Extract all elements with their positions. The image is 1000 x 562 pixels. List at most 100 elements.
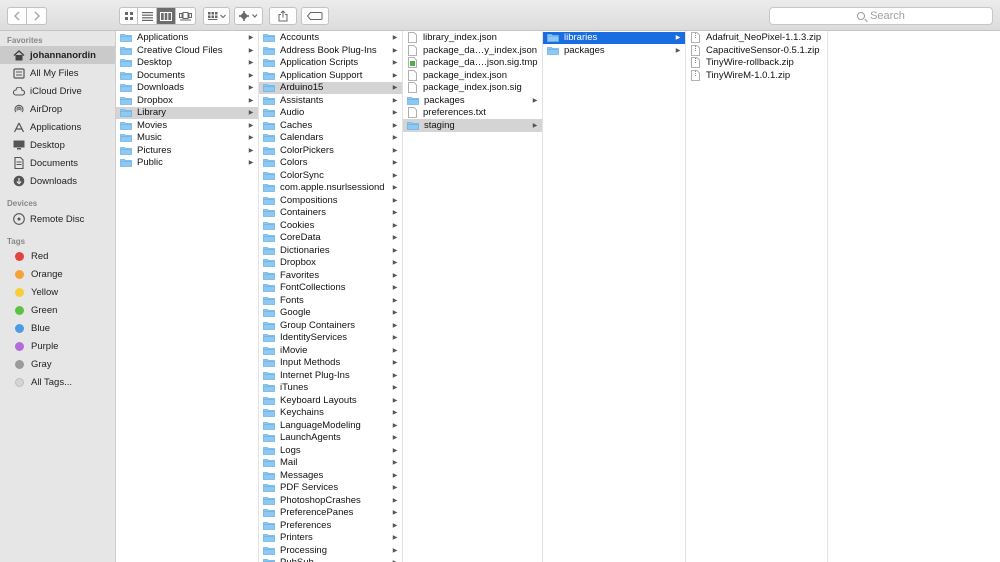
sidebar-item-documents[interactable]: Documents (0, 154, 115, 172)
sidebar-item-applications[interactable]: Applications (0, 118, 115, 136)
folder-row[interactable]: packages ▶ (403, 94, 542, 107)
file-row[interactable]: TinyWireM-1.0.1.zip (686, 69, 827, 82)
sidebar-tag-all-tags[interactable]: All Tags... (0, 373, 115, 391)
folder-row[interactable]: CoreData ▶ (259, 232, 402, 245)
folder-row[interactable]: Group Containers ▶ (259, 319, 402, 332)
folder-row[interactable]: com.apple.nsurlsessiond ▶ (259, 182, 402, 195)
folder-row[interactable]: Desktop ▶ (116, 57, 258, 70)
folder-row[interactable]: PubSub▶ (259, 557, 402, 562)
folder-row[interactable]: Google ▶ (259, 307, 402, 320)
folder-row[interactable]: LanguageModeling ▶ (259, 419, 402, 432)
folder-row[interactable]: Accounts ▶ (259, 32, 402, 45)
folder-row[interactable]: Cookies ▶ (259, 219, 402, 232)
back-button[interactable] (7, 7, 27, 25)
sidebar-tag-green[interactable]: Green (0, 301, 115, 319)
forward-button[interactable] (27, 7, 47, 25)
sidebar-item-remote-disc[interactable]: Remote Disc (0, 210, 115, 228)
sidebar-tag-blue[interactable]: Blue (0, 319, 115, 337)
folder-row[interactable]: Printers ▶ (259, 532, 402, 545)
list-view-button[interactable] (138, 7, 157, 25)
file-row[interactable]: preferences.txt (403, 107, 542, 120)
folder-row[interactable]: Downloads ▶ (116, 82, 258, 95)
list-view-icon (141, 11, 153, 21)
folder-row[interactable]: Input Methods ▶ (259, 357, 402, 370)
folder-row[interactable]: libraries ▶ (543, 31, 685, 44)
folder-row[interactable]: Calendars ▶ (259, 132, 402, 145)
folder-row[interactable]: Application Support ▶ (259, 69, 402, 82)
folder-row[interactable]: Creative Cloud Files ▶ (116, 44, 258, 57)
arrange-button[interactable] (203, 7, 230, 25)
row-label: Dictionaries (280, 244, 330, 256)
file-row[interactable]: package_da….json.sig.tmp (403, 57, 542, 70)
column-view-button[interactable] (157, 7, 176, 25)
folder-row[interactable]: Colors ▶ (259, 157, 402, 170)
sidebar-item-icloud-drive[interactable]: iCloud Drive (0, 82, 115, 100)
tag-icon (307, 12, 323, 20)
folder-row[interactable]: Dictionaries ▶ (259, 244, 402, 257)
sidebar-tag-gray[interactable]: Gray (0, 355, 115, 373)
folder-row[interactable]: Dropbox ▶ (259, 257, 402, 270)
folder-row[interactable]: PhotoshopCrashes ▶ (259, 494, 402, 507)
folder-row[interactable]: Arduino15 ▶ (259, 81, 402, 94)
folder-row[interactable]: packages ▶ (543, 44, 685, 57)
sidebar-item-home[interactable]: johannanordin (0, 46, 115, 64)
folder-row[interactable]: Movies ▶ (116, 119, 258, 132)
folder-row[interactable]: Compositions ▶ (259, 194, 402, 207)
folder-row[interactable]: Documents ▶ (116, 69, 258, 82)
folder-row[interactable]: Keychains ▶ (259, 407, 402, 420)
folder-row[interactable]: Keyboard Layouts ▶ (259, 394, 402, 407)
file-row[interactable]: package_index.json (403, 69, 542, 82)
folder-row[interactable]: iMovie ▶ (259, 344, 402, 357)
folder-row[interactable]: Mail ▶ (259, 457, 402, 470)
folder-row[interactable]: IdentityServices ▶ (259, 332, 402, 345)
folder-row[interactable]: LaunchAgents ▶ (259, 432, 402, 445)
sidebar-tag-purple[interactable]: Purple (0, 337, 115, 355)
action-button[interactable] (234, 7, 263, 25)
folder-row[interactable]: PreferencePanes ▶ (259, 507, 402, 520)
sidebar-tag-orange[interactable]: Orange (0, 265, 115, 283)
folder-row[interactable]: Dropbox ▶ (116, 94, 258, 107)
folder-row[interactable]: Music ▶ (116, 132, 258, 145)
icon-view-button[interactable] (119, 7, 138, 25)
folder-row[interactable]: ColorSync ▶ (259, 169, 402, 182)
folder-row[interactable]: Application Scripts ▶ (259, 57, 402, 70)
folder-row[interactable]: Caches ▶ (259, 119, 402, 132)
folder-row[interactable]: Audio ▶ (259, 107, 402, 120)
folder-icon (263, 221, 275, 230)
file-row[interactable]: package_index.json.sig (403, 82, 542, 95)
folder-row[interactable]: Containers ▶ (259, 207, 402, 220)
cover-flow-view-button[interactable] (176, 7, 196, 25)
file-row[interactable]: CapacitiveSensor-0.5.1.zip (686, 44, 827, 57)
sidebar-tag-yellow[interactable]: Yellow (0, 283, 115, 301)
folder-row[interactable]: ColorPickers ▶ (259, 144, 402, 157)
sidebar-item-airdrop[interactable]: AirDrop (0, 100, 115, 118)
folder-row[interactable]: Processing ▶ (259, 544, 402, 557)
folder-row[interactable]: Address Book Plug-Ins ▶ (259, 44, 402, 57)
folder-row[interactable]: Public ▶ (116, 157, 258, 170)
sidebar-item-desktop[interactable]: Desktop (0, 136, 115, 154)
folder-row[interactable]: Pictures ▶ (116, 144, 258, 157)
search-field[interactable]: Search (769, 7, 993, 25)
folder-row[interactable]: Logs ▶ (259, 444, 402, 457)
folder-row[interactable]: Library ▶ (116, 106, 258, 119)
sidebar-item-downloads[interactable]: Downloads (0, 172, 115, 190)
file-row[interactable]: package_da…y_index.json (403, 44, 542, 57)
folder-row[interactable]: Messages ▶ (259, 469, 402, 482)
file-row[interactable]: library_index.json (403, 32, 542, 45)
folder-row[interactable]: iTunes ▶ (259, 382, 402, 395)
folder-row[interactable]: Fonts ▶ (259, 294, 402, 307)
folder-row[interactable]: Applications ▶ (116, 32, 258, 45)
folder-row[interactable]: Assistants ▶ (259, 94, 402, 107)
file-row[interactable]: Adafruit_NeoPixel-1.1.3.zip (686, 32, 827, 45)
folder-row[interactable]: staging ▶ (403, 119, 542, 132)
folder-row[interactable]: Preferences ▶ (259, 519, 402, 532)
edit-tags-button[interactable] (301, 7, 329, 25)
sidebar-tag-red[interactable]: Red (0, 247, 115, 265)
folder-row[interactable]: Favorites ▶ (259, 269, 402, 282)
share-button[interactable] (269, 7, 297, 25)
folder-row[interactable]: PDF Services ▶ (259, 482, 402, 495)
folder-row[interactable]: Internet Plug-Ins ▶ (259, 369, 402, 382)
sidebar-item-all-my-files[interactable]: All My Files (0, 64, 115, 82)
folder-row[interactable]: FontCollections ▶ (259, 282, 402, 295)
file-row[interactable]: TinyWire-rollback.zip (686, 57, 827, 70)
